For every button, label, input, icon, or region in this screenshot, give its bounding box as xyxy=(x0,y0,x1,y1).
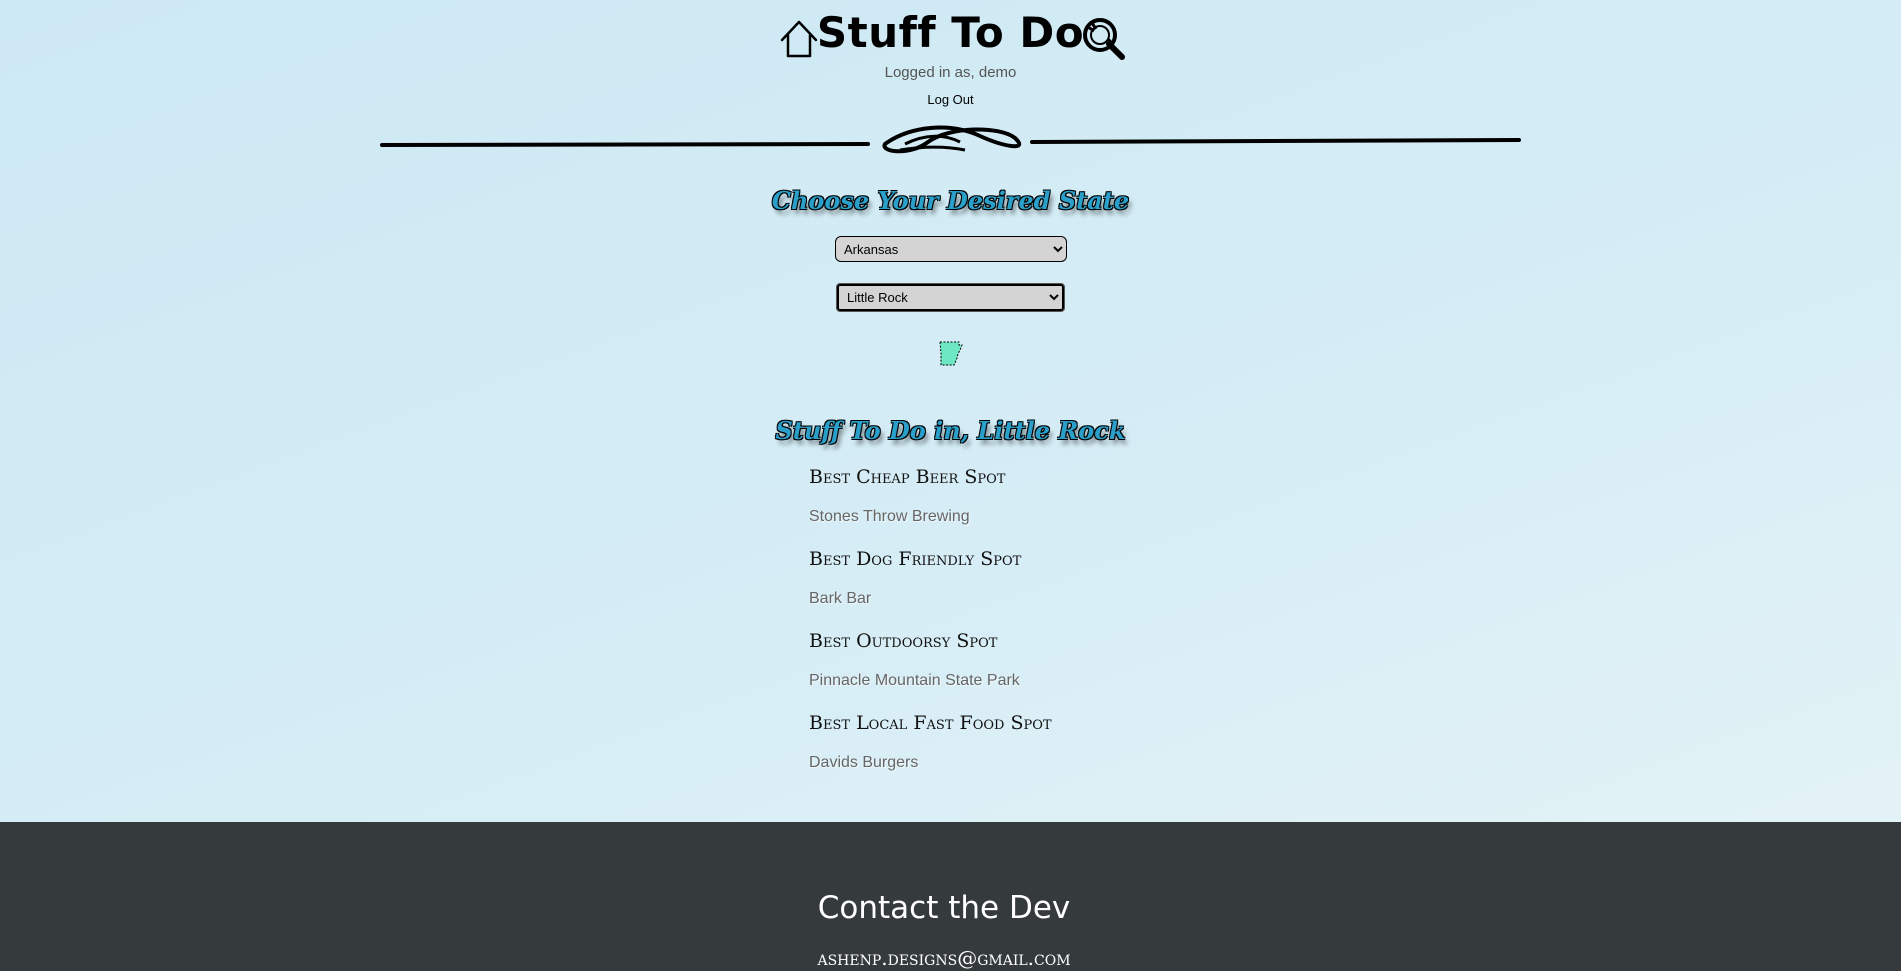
logout-link[interactable]: Log Out xyxy=(0,92,1901,107)
footer: Contact the Dev ashenp.designs@gmail.com xyxy=(0,822,1901,971)
results-list: Best Cheap Beer Spot Stones Throw Brewin… xyxy=(809,458,1209,786)
category-title: Best Outdoorsy Spot xyxy=(809,630,998,652)
search-icon[interactable] xyxy=(1082,17,1126,61)
ornament-divider xyxy=(380,125,1521,154)
arkansas-state-outline xyxy=(939,341,963,366)
category-title: Best Cheap Beer Spot xyxy=(809,466,1006,488)
footer-title: Contact the Dev xyxy=(817,890,1071,926)
logged-in-status: Logged in as, demo xyxy=(884,64,1017,81)
place-name: Pinnacle Mountain State Park xyxy=(809,672,1020,689)
place-name: Bark Bar xyxy=(809,590,872,607)
choose-state-heading: Choose Your Desired State xyxy=(771,186,1130,215)
state-select[interactable]: Arkansas xyxy=(835,236,1067,262)
category-title: Best Local Fast Food Spot xyxy=(809,712,1052,734)
site-title: Stuff To Do xyxy=(816,8,1085,57)
place-name: Davids Burgers xyxy=(809,754,919,771)
contact-email-link[interactable]: ashenp.designs@gmail.com xyxy=(0,946,1888,970)
city-select[interactable]: Little Rock xyxy=(836,283,1065,312)
category-title: Best Dog Friendly Spot xyxy=(809,548,1022,570)
place-name: Stones Throw Brewing xyxy=(809,508,970,525)
header: Stuff To Do Logged in as, demo Log Out xyxy=(0,0,1901,120)
results-heading: Stuff To Do in, Little Rock xyxy=(775,416,1126,445)
